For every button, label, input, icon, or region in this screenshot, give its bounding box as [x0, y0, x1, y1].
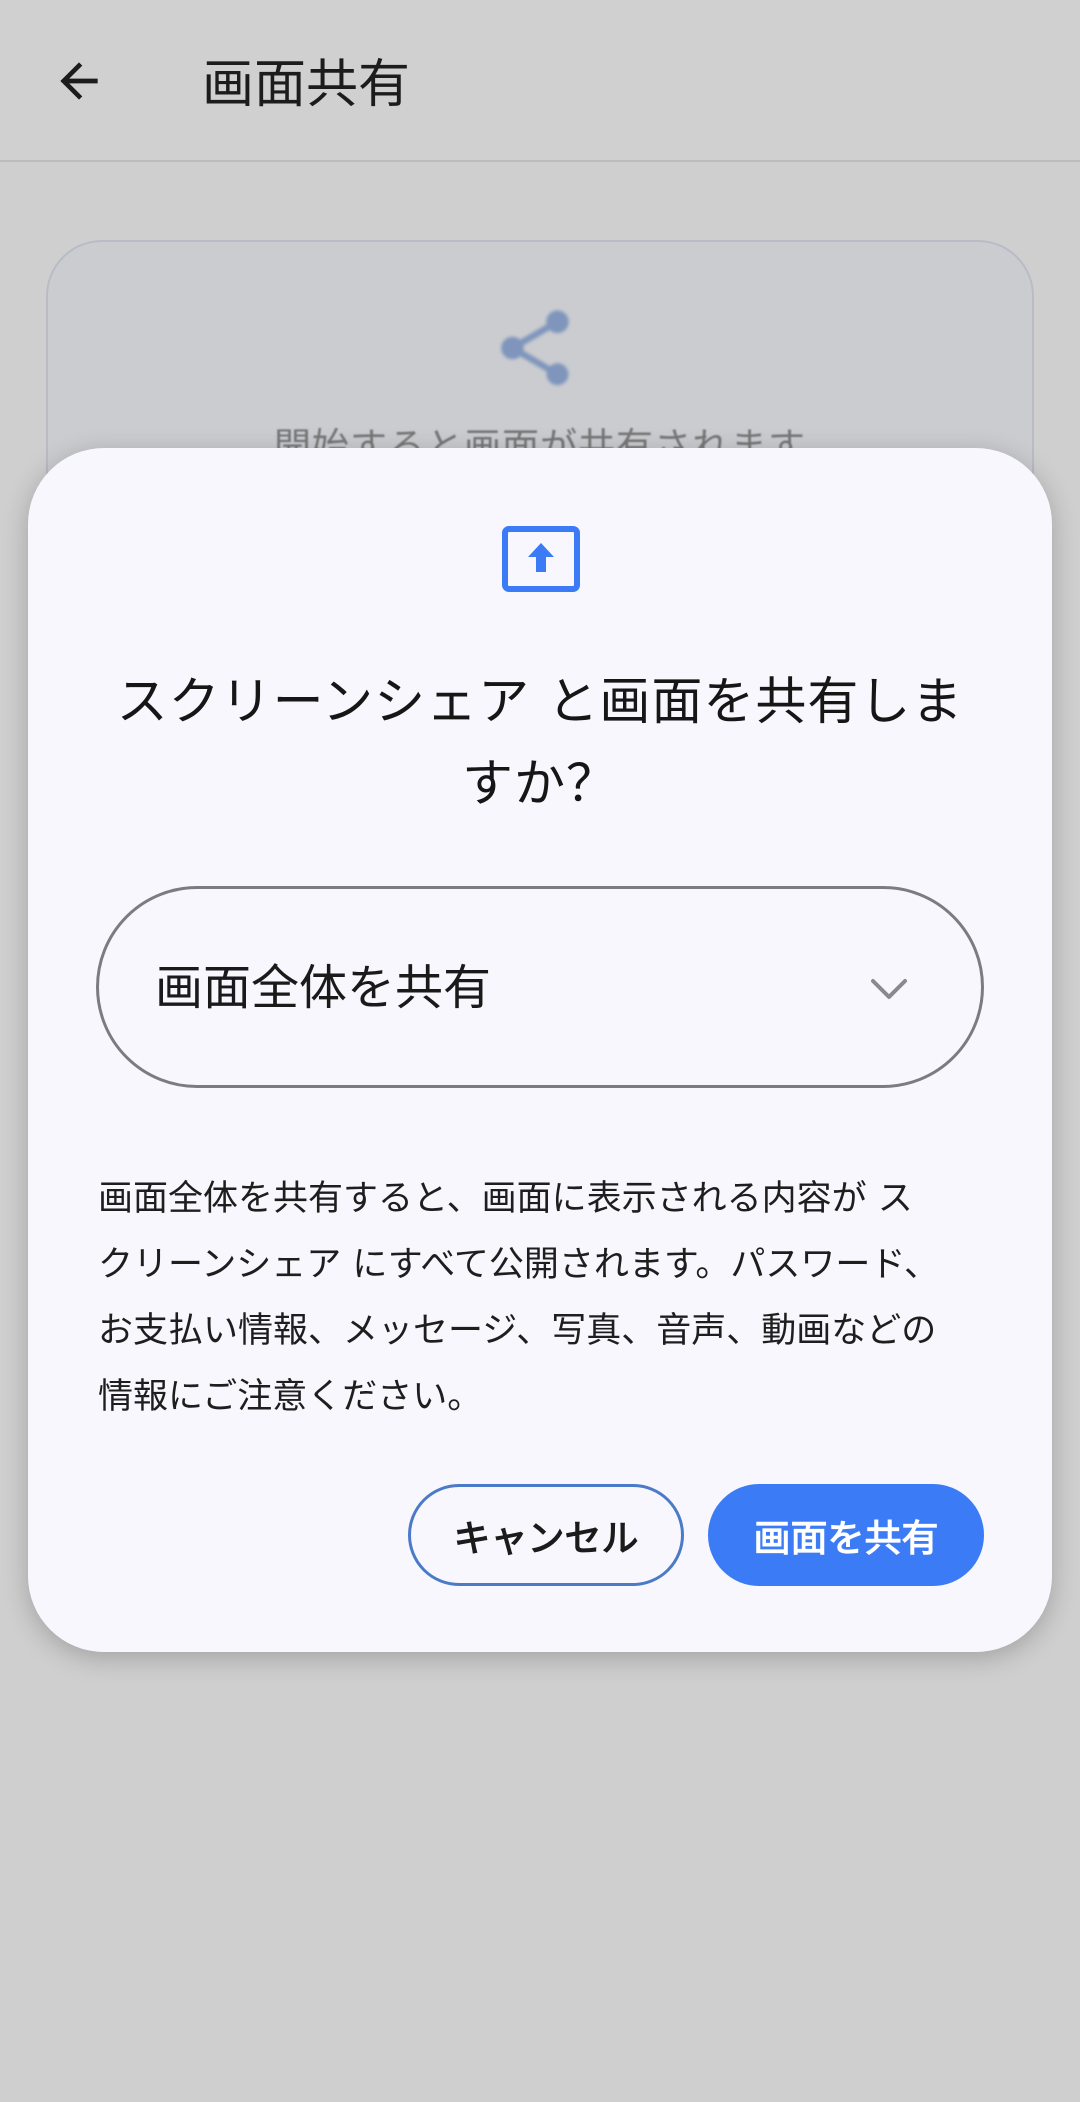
warning-line: クリーンシェア にすべて公開されます。パスワード、 [98, 1245, 939, 1285]
share-mode-select[interactable]: 画面全体を共有 [96, 886, 984, 1088]
cancel-button[interactable]: キャンセル [408, 1484, 684, 1586]
dialog-title: スクリーンシェア と画面を共有しま すか？ [88, 662, 992, 826]
arrow-back-icon [60, 62, 98, 100]
privacy-warning: 画面全体を共有すると、画面に表示される内容が ス クリーンシェア にすべて公開さ… [98, 1166, 998, 1430]
warning-line: 情報にご注意ください。 [98, 1377, 483, 1417]
share-mode-value: 画面全体を共有 [155, 960, 492, 1016]
share-icon [501, 310, 569, 386]
app-bar: 画面共有 [0, 0, 1080, 162]
share-screen-dialog: スクリーンシェア と画面を共有しま すか？ 画面全体を共有 画面全体を共有すると… [28, 448, 1052, 1652]
chevron-down-icon [871, 979, 907, 999]
dialog-title-line: スクリーンシェア と画面を共有しま [116, 673, 964, 732]
share-screen-button[interactable]: 画面を共有 [708, 1484, 984, 1586]
back-button[interactable] [40, 42, 118, 120]
screen-share-icon [502, 526, 580, 592]
warning-line: 画面全体を共有すると、画面に表示される内容が ス [98, 1179, 913, 1219]
page-title: 画面共有 [202, 55, 411, 115]
dialog-title-line: すか？ [461, 755, 618, 814]
warning-line: お支払い情報、メッセージ、写真、音声、動画などの [98, 1311, 937, 1351]
